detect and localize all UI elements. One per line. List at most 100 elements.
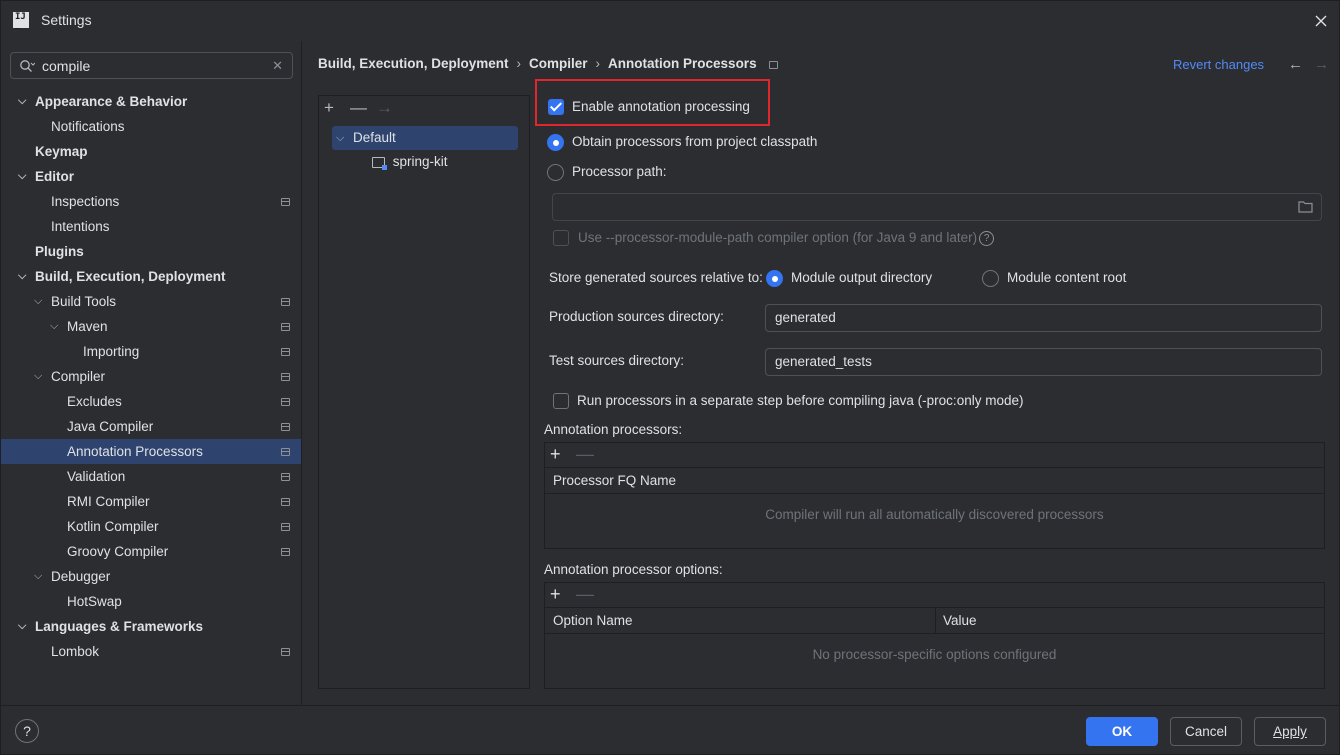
- profiles-toolbar: + — →: [319, 96, 529, 120]
- help-icon[interactable]: ?: [979, 231, 995, 246]
- chevron-down-icon[interactable]: ⌵: [18, 89, 30, 114]
- module-content-root-radio[interactable]: [982, 270, 999, 287]
- chevron-down-icon[interactable]: ⌵: [336, 126, 344, 150]
- move-profile-icon[interactable]: →: [376, 98, 393, 118]
- sidebar-item-kotlin-compiler[interactable]: Kotlin Compiler: [1, 514, 301, 539]
- sidebar-item-importing[interactable]: Importing: [1, 339, 301, 364]
- settings-tree: ⌵ Appearance & Behavior Notifications Key…: [1, 89, 301, 664]
- separate-step-checkbox[interactable]: [553, 393, 569, 409]
- processor-options-table: + — Option Name Value No processor-speci…: [544, 582, 1325, 689]
- breadcrumb-separator: ›: [516, 56, 522, 71]
- sidebar-item-plugins[interactable]: Plugins: [1, 239, 301, 264]
- project-settings-icon: [281, 498, 290, 506]
- back-arrow-icon[interactable]: ←: [1288, 56, 1303, 73]
- profile-module-spring-kit[interactable]: spring-kit: [372, 150, 448, 174]
- enable-annotation-processing-label: Enable annotation processing: [572, 99, 750, 114]
- browse-folder-icon[interactable]: [1298, 200, 1313, 213]
- sidebar-item-validation[interactable]: Validation: [1, 464, 301, 489]
- forward-arrow-icon[interactable]: →: [1314, 56, 1329, 73]
- sidebar-item-groovy-compiler[interactable]: Groovy Compiler: [1, 539, 301, 564]
- sidebar-item-keymap[interactable]: Keymap: [1, 139, 301, 164]
- add-processor-icon[interactable]: +: [550, 444, 561, 465]
- column-divider[interactable]: [935, 608, 936, 634]
- sidebar-item-compiler[interactable]: ⌵ Compiler: [1, 364, 301, 389]
- annotation-processors-table: + — Processor FQ Name Compiler will run …: [544, 442, 1325, 549]
- footer-divider: [1, 705, 1340, 706]
- test-sources-input[interactable]: generated_tests: [765, 348, 1322, 376]
- sidebar-item-build-execution-deployment[interactable]: ⌵ Build, Execution, Deployment: [1, 264, 301, 289]
- empty-state-text: No processor-specific options configured: [812, 647, 1057, 662]
- chevron-down-icon[interactable]: ⌵: [50, 314, 62, 339]
- sidebar-item-notifications[interactable]: Notifications: [1, 114, 301, 139]
- sidebar-item-hotswap[interactable]: HotSwap: [1, 589, 301, 614]
- chevron-down-icon[interactable]: ⌵: [34, 364, 46, 389]
- remove-profile-icon[interactable]: —: [350, 98, 367, 118]
- project-settings-icon: [768, 61, 778, 69]
- project-settings-icon: [281, 373, 290, 381]
- processor-path-field[interactable]: [552, 193, 1322, 221]
- column-option-name[interactable]: Option Name: [553, 613, 633, 628]
- processors-toolbar: + —: [545, 443, 1324, 468]
- ok-button[interactable]: OK: [1086, 717, 1158, 746]
- empty-state-text: Compiler will run all automatically disc…: [765, 507, 1104, 522]
- cancel-button[interactable]: Cancel: [1170, 717, 1242, 746]
- search-icon: [20, 60, 35, 72]
- revert-changes-link[interactable]: Revert changes: [1173, 57, 1264, 72]
- chevron-down-icon[interactable]: ⌵: [34, 564, 46, 589]
- column-value[interactable]: Value: [943, 613, 977, 628]
- chevron-down-icon[interactable]: ⌵: [34, 289, 46, 314]
- separate-step-label: Run processors in a separate step before…: [577, 393, 1024, 408]
- sidebar-divider[interactable]: [301, 41, 302, 705]
- project-settings-icon: [281, 298, 290, 306]
- module-content-root-label: Module content root: [1007, 270, 1127, 285]
- clear-search-icon[interactable]: ✕: [272, 58, 283, 74]
- help-button[interactable]: ?: [15, 719, 39, 743]
- add-profile-icon[interactable]: +: [324, 98, 334, 118]
- processor-path-label: Processor path:: [572, 164, 667, 179]
- project-settings-icon: [281, 198, 290, 206]
- title-bar: IJ _ Settings: [1, 1, 1340, 41]
- processor-module-path-checkbox[interactable]: [553, 230, 569, 246]
- project-settings-icon: [281, 648, 290, 656]
- sidebar-item-maven[interactable]: ⌵ Maven: [1, 314, 301, 339]
- sidebar-item-rmi-compiler[interactable]: RMI Compiler: [1, 489, 301, 514]
- sidebar-item-java-compiler[interactable]: Java Compiler: [1, 414, 301, 439]
- breadcrumb-separator: ›: [595, 56, 601, 71]
- sidebar-item-build-tools[interactable]: ⌵ Build Tools: [1, 289, 301, 314]
- chevron-down-icon[interactable]: ⌵: [18, 614, 30, 639]
- add-option-icon[interactable]: +: [550, 584, 561, 605]
- window-title: Settings: [41, 12, 92, 28]
- remove-processor-icon[interactable]: —: [576, 444, 594, 465]
- sidebar-item-editor[interactable]: ⌵ Editor: [1, 164, 301, 189]
- sidebar-item-excludes[interactable]: Excludes: [1, 389, 301, 414]
- breadcrumb-compiler[interactable]: Compiler: [529, 56, 588, 71]
- chevron-down-icon[interactable]: ⌵: [18, 164, 30, 189]
- project-settings-icon: [281, 348, 290, 356]
- sidebar-item-inspections[interactable]: Inspections: [1, 189, 301, 214]
- breadcrumb-build-execution-deployment[interactable]: Build, Execution, Deployment: [318, 56, 509, 71]
- obtain-from-classpath-radio[interactable]: [547, 134, 564, 151]
- profiles-panel: + — → ⌵ Default spring-kit: [318, 95, 530, 689]
- production-sources-label: Production sources directory:: [549, 309, 724, 324]
- sidebar-item-intentions[interactable]: Intentions: [1, 214, 301, 239]
- chevron-down-icon[interactable]: ⌵: [18, 264, 30, 289]
- sidebar-item-debugger[interactable]: ⌵ Debugger: [1, 564, 301, 589]
- enable-annotation-processing-checkbox[interactable]: [548, 99, 564, 115]
- processor-path-radio[interactable]: [547, 164, 564, 181]
- production-sources-input[interactable]: generated: [765, 304, 1322, 332]
- close-icon[interactable]: [1311, 11, 1331, 31]
- breadcrumb: Build, Execution, Deployment › Compiler › An…: [318, 56, 778, 71]
- sidebar-item-languages-frameworks[interactable]: ⌵ Languages & Frameworks: [1, 614, 301, 639]
- remove-option-icon[interactable]: —: [576, 584, 594, 605]
- processor-options-title: Annotation processor options:: [544, 562, 723, 577]
- search-query: compile: [42, 58, 91, 74]
- sidebar-item-annotation-processors[interactable]: Annotation Processors: [1, 439, 301, 464]
- module-output-directory-radio[interactable]: [766, 270, 783, 287]
- column-processor-fq-name[interactable]: Processor FQ Name: [553, 473, 676, 488]
- profile-default[interactable]: ⌵ Default: [332, 126, 518, 150]
- sidebar-item-appearance-behavior[interactable]: ⌵ Appearance & Behavior: [1, 89, 301, 114]
- sidebar-item-lombok[interactable]: Lombok: [1, 639, 301, 664]
- project-settings-icon: [281, 523, 290, 531]
- settings-search-input[interactable]: compile ✕: [10, 52, 293, 79]
- apply-button[interactable]: Apply: [1254, 717, 1326, 746]
